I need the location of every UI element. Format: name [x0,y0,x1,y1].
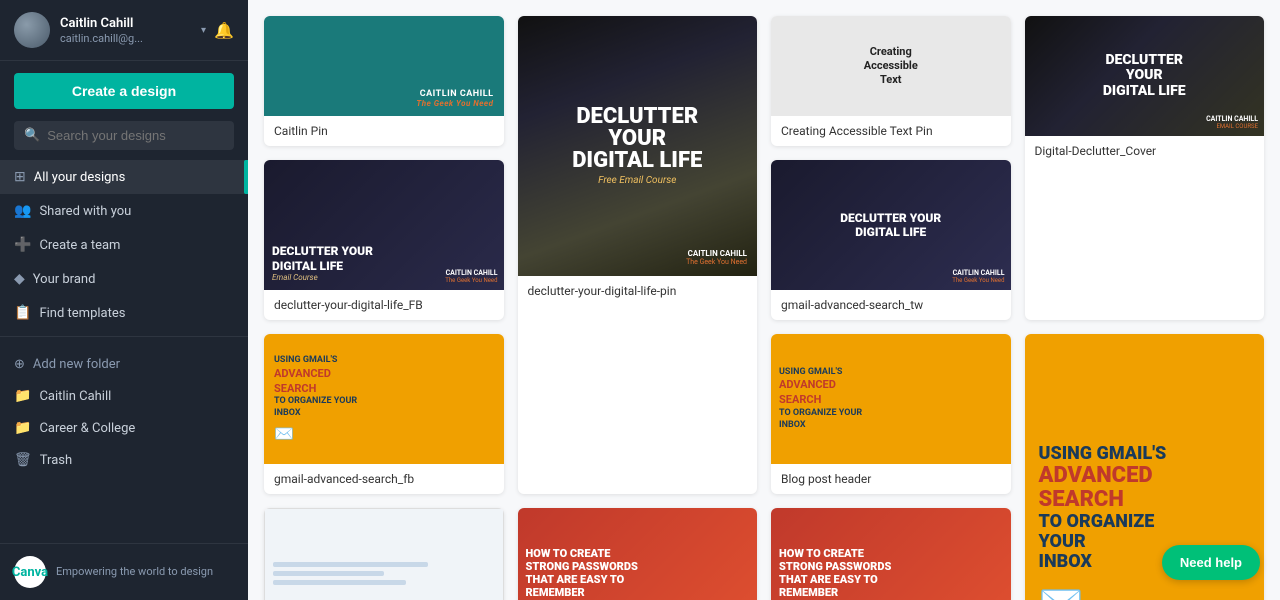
nav-divider [0,336,248,337]
sidebar: Caitlin Cahill caitlin.cahill@g... ▾ 🔔 C… [0,0,248,600]
canva-logo: Canva [14,556,46,588]
folder-label-career: Career & College [39,421,135,436]
card-label-gmail-fb: gmail-advanced-search_fb [264,464,504,494]
design-card-accessible[interactable]: CreatingAccessibleText Creating Accessib… [771,16,1011,146]
nav-label-find-templates: Find templates [39,306,125,321]
thumb-digital-cover: DECLUTTERYOURDIGITAL LIFE CAITLIN CAHILL… [1025,16,1265,136]
footer-tagline: Empowering the world to design [56,564,213,579]
grid-icon: ⊞ [14,169,26,185]
nav-label-all-designs: All your designs [34,170,126,185]
design-card-blogpost[interactable]: Text & Documents Blog post header [264,508,504,600]
folder-item-career[interactable]: 📁 Career & College [0,412,248,444]
thumb-gmail-tw: USING GMAIL'SADVANCEDSEARCHTO ORGANIZE Y… [771,334,1011,464]
design-card-gmail-tw[interactable]: USING GMAIL'SADVANCEDSEARCHTO ORGANIZE Y… [771,334,1011,494]
nav-item-your-brand[interactable]: ◆ Your brand [0,262,248,296]
need-help-button[interactable]: Need help [1162,545,1260,580]
thumb-gmail-fb: USING GMAIL'SADVANCEDSEARCHTO ORGANIZE Y… [264,334,504,464]
thumb-password-red: HOW TO CREATESTRONG PASSWORDSTHAT ARE EA… [518,508,758,600]
designs-grid: CAITLIN CAHILL The Geek You Need Caitlin… [264,16,1264,600]
folder-label-caitlin: Caitlin Cahill [39,389,111,404]
design-card-declutter-big[interactable]: DECLUTTERYOURDIGITAL LIFE Free Email Cou… [518,16,758,494]
main-content: CAITLIN CAHILL The Geek You Need Caitlin… [248,0,1280,600]
folder-icon-caitlin: 📁 [14,388,31,404]
nav-label-shared: Shared with you [39,204,131,219]
thumb-accessible: CreatingAccessibleText [771,16,1011,116]
search-box: 🔍 [14,121,234,150]
folder-item-trash[interactable]: 🗑 Trash [0,444,248,476]
card-label-gmail-tw: Blog post header [771,464,1011,494]
trash-icon: 🗑 [14,452,32,468]
add-folder-button[interactable]: ⊕ Add new folder [0,349,248,380]
thumb-caitlin-pin: CAITLIN CAHILL The Geek You Need [264,16,504,116]
notification-icon[interactable]: 🔔 [214,21,234,40]
avatar [14,12,50,48]
nav-item-find-templates[interactable]: 📋 Find templates [0,296,248,330]
design-card-digital-cover[interactable]: DECLUTTERYOURDIGITAL LIFE CAITLIN CAHILL… [1025,16,1265,320]
folder-label-trash: Trash [40,453,72,468]
nav-item-create-team[interactable]: ➕ Create a team [0,228,248,262]
share-icon: 👥 [14,203,31,219]
design-card-password-fb[interactable]: HOW TO CREATESTRONG PASSWORDSTHAT ARE EA… [518,508,758,600]
add-folder-label: Add new folder [33,357,120,372]
folder-item-caitlin[interactable]: 📁 Caitlin Cahill [0,380,248,412]
brand-icon: ◆ [14,271,25,287]
nav-item-shared[interactable]: 👥 Shared with you [0,194,248,228]
folder-icon-career: 📁 [14,420,31,436]
template-icon: 📋 [14,305,31,321]
card-label-caitlin-pin: Caitlin Pin [264,116,504,146]
card-label-declutter-tw: gmail-advanced-search_tw [771,290,1011,320]
design-card-gmail-fb[interactable]: USING GMAIL'SADVANCEDSEARCHTO ORGANIZE Y… [264,334,504,494]
add-folder-icon: ⊕ [14,357,25,372]
dropdown-arrow-icon[interactable]: ▾ [201,25,206,36]
nav-item-all-designs[interactable]: ⊞ All your designs [0,160,248,194]
user-name: Caitlin Cahill [60,16,197,31]
thumb-password-tw: HOW TO CREATESTRONG PASSWORDSTHAT ARE EA… [771,508,1011,600]
sidebar-header: Caitlin Cahill caitlin.cahill@g... ▾ 🔔 [0,0,248,61]
card-label-declutter-big: declutter-your-digital-life-pin [518,276,758,306]
user-info: Caitlin Cahill caitlin.cahill@g... [60,16,197,45]
card-label-accessible: Creating Accessible Text Pin [771,116,1011,146]
thumb-blogpost: Text & Documents [264,508,504,600]
card-label-digital-cover: Digital-Declutter_Cover [1025,136,1265,166]
nav-label-your-brand: Your brand [33,272,96,287]
design-card-caitlin-pin[interactable]: CAITLIN CAHILL The Geek You Need Caitlin… [264,16,504,146]
sidebar-footer: Canva Empowering the world to design [0,543,248,600]
design-card-password-tw[interactable]: HOW TO CREATESTRONG PASSWORDSTHAT ARE EA… [771,508,1011,600]
thumb-declutter-big: DECLUTTERYOURDIGITAL LIFE Free Email Cou… [518,16,758,276]
design-card-declutter-fb[interactable]: DECLUTTER YOURDIGITAL LIFE Email Course … [264,160,504,320]
team-icon: ➕ [14,237,31,253]
create-design-button[interactable]: Create a design [14,73,234,109]
user-email: caitlin.cahill@g... [60,32,197,45]
design-card-declutter-tw[interactable]: DECLUTTER YOURDIGITAL LIFE CAITLIN CAHIL… [771,160,1011,320]
nav-label-create-team: Create a team [39,238,120,253]
thumb-declutter-fb: DECLUTTER YOURDIGITAL LIFE Email Course … [264,160,504,290]
thumb-declutter-tw: DECLUTTER YOURDIGITAL LIFE CAITLIN CAHIL… [771,160,1011,290]
nav-section: ⊞ All your designs 👥 Shared with you ➕ C… [0,160,248,543]
folder-section: ⊕ Add new folder 📁 Caitlin Cahill 📁 Care… [0,343,248,482]
search-input[interactable] [47,128,224,143]
search-icon: 🔍 [24,128,40,143]
card-label-declutter-fb: declutter-your-digital-life_FB [264,290,504,320]
